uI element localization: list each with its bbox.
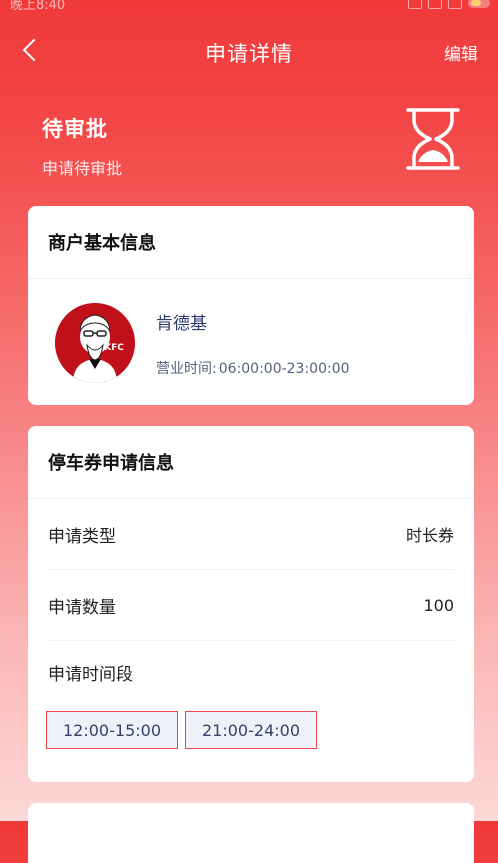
approval-status: 待审批 申请待审批 — [42, 113, 122, 179]
apply-section-title: 停车券申请信息 — [28, 426, 474, 499]
apply-period-label: 申请时间段 — [48, 664, 133, 685]
merchant-info-card: 商户基本信息 KFC 肯德基 营业时间: 06:00:00-23:00:00 — [28, 206, 474, 405]
merchant-hours: 营业时间: 06:00:00-23:00:00 — [156, 358, 350, 378]
merchant-name: 肯德基 — [156, 314, 207, 334]
status-bar: 晚上8:40 — [0, 0, 498, 14]
next-card — [28, 803, 474, 863]
hourglass-icon — [406, 108, 460, 170]
edit-button[interactable]: 编辑 — [444, 40, 478, 65]
nav-bar: 申请详情 编辑 — [0, 30, 498, 74]
kfc-logo-text: KFC — [104, 343, 124, 353]
wifi-icon — [448, 0, 462, 9]
parking-coupon-card: 停车券申请信息 申请类型 时长券 申请数量 100 申请时间段 12:00-15… — [28, 426, 474, 782]
time-slot-list: 12:00-15:00 21:00-24:00 — [46, 711, 474, 749]
hours-label: 营业时间: — [156, 361, 217, 377]
apply-qty-row: 申请数量 100 — [48, 570, 454, 641]
status-icons — [408, 0, 490, 9]
battery-icon — [468, 0, 490, 8]
time-slot-tag: 12:00-15:00 — [46, 711, 178, 749]
sim-icon — [428, 0, 442, 9]
merchant-section-title: 商户基本信息 — [28, 206, 474, 279]
apply-qty-label: 申请数量 — [48, 597, 116, 618]
status-title: 待审批 — [42, 117, 108, 141]
kfc-logo-icon: KFC — [55, 303, 135, 383]
apply-type-row: 申请类型 时长券 — [48, 499, 454, 570]
apply-type-label: 申请类型 — [48, 526, 116, 547]
status-subtitle: 申请待审批 — [42, 159, 123, 178]
hours-value: 06:00:00-23:00:00 — [218, 361, 350, 377]
apply-qty-value: 100 — [423, 595, 454, 615]
merchant-body: KFC 肯德基 营业时间: 06:00:00-23:00:00 — [28, 279, 474, 405]
status-time: 晚上8:40 — [10, 0, 66, 13]
signal-icon — [408, 0, 422, 9]
time-slot-tag: 21:00-24:00 — [185, 711, 317, 749]
page-title: 申请详情 — [205, 42, 293, 66]
apply-type-value: 时长券 — [405, 526, 454, 545]
apply-period-row: 申请时间段 — [48, 641, 454, 703]
